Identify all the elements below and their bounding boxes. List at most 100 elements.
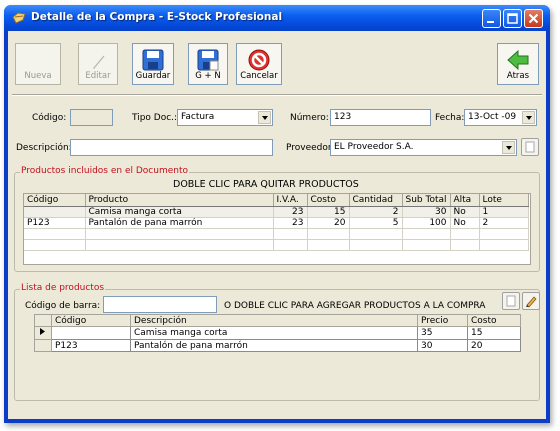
- maximize-button[interactable]: [503, 9, 522, 28]
- chevron-down-icon[interactable]: [502, 141, 515, 154]
- col-header-iva[interactable]: I.V.A.: [273, 194, 308, 207]
- edit-icon: [93, 55, 105, 69]
- col-header-subtotal[interactable]: Sub Total: [402, 194, 451, 207]
- chevron-down-icon[interactable]: [522, 111, 535, 124]
- app-icon: [12, 12, 26, 24]
- tipo-doc-label: Tipo Doc.:: [132, 113, 178, 123]
- cell-costo: 15: [307, 206, 350, 218]
- col-header-lote[interactable]: Lote: [479, 194, 529, 207]
- tipo-doc-value: Factura: [181, 112, 215, 122]
- window-title: Detalle de la Compra - E-Stock Profesion…: [31, 11, 283, 23]
- title-bar[interactable]: Detalle de la Compra - E-Stock Profesion…: [4, 5, 550, 31]
- cell-subtotal: 100: [402, 217, 451, 229]
- table-row[interactable]: Camisa manga corta 35 15: [34, 326, 521, 340]
- cell-costo: 20: [467, 339, 521, 352]
- cell-codigo: [51, 326, 131, 340]
- table-header-row: Código Descripción Precio Costo: [34, 314, 521, 327]
- col-header-cantidad[interactable]: Cantidad: [349, 194, 403, 207]
- col-header-codigo[interactable]: Código: [24, 194, 86, 207]
- col-header-alta[interactable]: Alta: [450, 194, 480, 207]
- cell-descripcion: Pantalón de pana marrón: [130, 339, 418, 352]
- save-icon: [142, 49, 164, 71]
- row-selector-header: [34, 314, 52, 327]
- cell-codigo: P123: [51, 339, 131, 352]
- editar-button[interactable]: Editar: [78, 43, 118, 85]
- cell-precio: 35: [417, 326, 468, 340]
- product-list-legend: Lista de productos: [20, 283, 106, 293]
- table-row[interactable]: P123 Pantalón de pana marrón 30 20: [34, 339, 521, 352]
- window-client: Nueva Editar Guardar G + N Cancelar Atra…: [8, 31, 546, 419]
- cell-producto: Camisa manga corta: [85, 206, 274, 218]
- chevron-down-icon[interactable]: [258, 111, 271, 124]
- included-products-legend: Productos incluidos en el Documento: [20, 166, 189, 176]
- cell-lote: 2: [479, 217, 529, 229]
- cell-alta: No: [450, 217, 480, 229]
- minimize-button[interactable]: [482, 9, 501, 28]
- minimize-icon: [487, 21, 494, 23]
- cancelar-label: Cancelar: [240, 71, 278, 81]
- row-pointer-icon: [40, 328, 45, 335]
- included-products-table[interactable]: Código Producto I.V.A. Costo Cantidad Su…: [23, 193, 531, 265]
- remove-hint: DOBLE CLIC PARA QUITAR PRODUCTOS: [173, 179, 359, 190]
- cancelar-button[interactable]: Cancelar: [236, 43, 282, 85]
- col-header-costo[interactable]: Costo: [467, 314, 521, 327]
- codigo-field[interactable]: [70, 109, 113, 126]
- cell-codigo: P123: [24, 217, 86, 229]
- cell-iva: 23: [273, 206, 308, 218]
- table-row-empty: [24, 228, 529, 240]
- barcode-label: Código de barra:: [25, 301, 101, 311]
- col-header-producto[interactable]: Producto: [85, 194, 274, 207]
- atras-button[interactable]: Atras: [497, 43, 539, 85]
- new-product-button[interactable]: [502, 292, 520, 310]
- descripcion-label: Descripción:: [16, 143, 72, 153]
- col-header-descripcion[interactable]: Descripción: [130, 314, 418, 327]
- fecha-select[interactable]: 13-Oct -09: [464, 109, 537, 126]
- editar-label: Editar: [85, 71, 111, 81]
- cell-costo: 15: [467, 326, 521, 340]
- edit-product-button[interactable]: [522, 292, 540, 310]
- new-document-icon: [525, 141, 535, 153]
- row-selector[interactable]: [34, 339, 52, 352]
- numero-label: Número:: [290, 113, 329, 123]
- cell-descripcion: Camisa manga corta: [130, 326, 418, 340]
- guardar-label: Guardar: [135, 71, 171, 81]
- cell-lote: 1: [479, 206, 529, 218]
- descripcion-field[interactable]: [70, 139, 273, 156]
- nueva-label: Nueva: [24, 71, 52, 81]
- add-hint: O DOBLE CLIC PARA AGREGAR PRODUCTOS A LA…: [224, 301, 486, 311]
- cell-subtotal: 30: [402, 206, 451, 218]
- col-header-codigo[interactable]: Código: [51, 314, 131, 327]
- new-provider-button[interactable]: [521, 138, 539, 156]
- table-header-row: Código Producto I.V.A. Costo Cantidad Su…: [24, 194, 529, 207]
- close-icon: [528, 13, 539, 24]
- pencil-icon: [526, 296, 537, 308]
- tipo-doc-select[interactable]: Factura: [177, 109, 273, 126]
- nueva-button[interactable]: Nueva: [15, 43, 61, 85]
- barcode-field[interactable]: [103, 296, 217, 313]
- col-header-precio[interactable]: Precio: [417, 314, 468, 327]
- table-row[interactable]: P123 Pantalón de pana marrón 23 20 5 100…: [24, 217, 529, 229]
- fecha-label: Fecha:: [435, 113, 465, 123]
- guardar-nueva-button[interactable]: G + N: [188, 43, 228, 85]
- new-document-icon: [506, 295, 516, 307]
- codigo-label: Código:: [32, 113, 67, 123]
- proveedor-select[interactable]: EL Proveedor S.A.: [330, 139, 517, 156]
- product-list-table[interactable]: Código Descripción Precio Costo Camisa m…: [34, 314, 522, 356]
- numero-field[interactable]: 123: [330, 109, 431, 126]
- cell-precio: 30: [417, 339, 468, 352]
- cell-alta: No: [450, 206, 480, 218]
- proveedor-value: EL Proveedor S.A.: [334, 142, 414, 152]
- cancel-icon: [248, 49, 270, 71]
- cell-producto: Pantalón de pana marrón: [85, 217, 274, 229]
- save-new-icon: [197, 49, 219, 71]
- table-row[interactable]: Camisa manga corta 23 15 2 30 No 1: [24, 206, 529, 218]
- guardar-nueva-label: G + N: [195, 71, 221, 81]
- atras-label: Atras: [506, 71, 530, 81]
- cell-cantidad: 5: [349, 217, 403, 229]
- table-row-empty: [24, 239, 529, 251]
- col-header-costo[interactable]: Costo: [307, 194, 350, 207]
- maximize-icon: [507, 13, 518, 24]
- close-button[interactable]: [524, 9, 543, 28]
- guardar-button[interactable]: Guardar: [132, 43, 174, 85]
- row-selector[interactable]: [34, 326, 52, 340]
